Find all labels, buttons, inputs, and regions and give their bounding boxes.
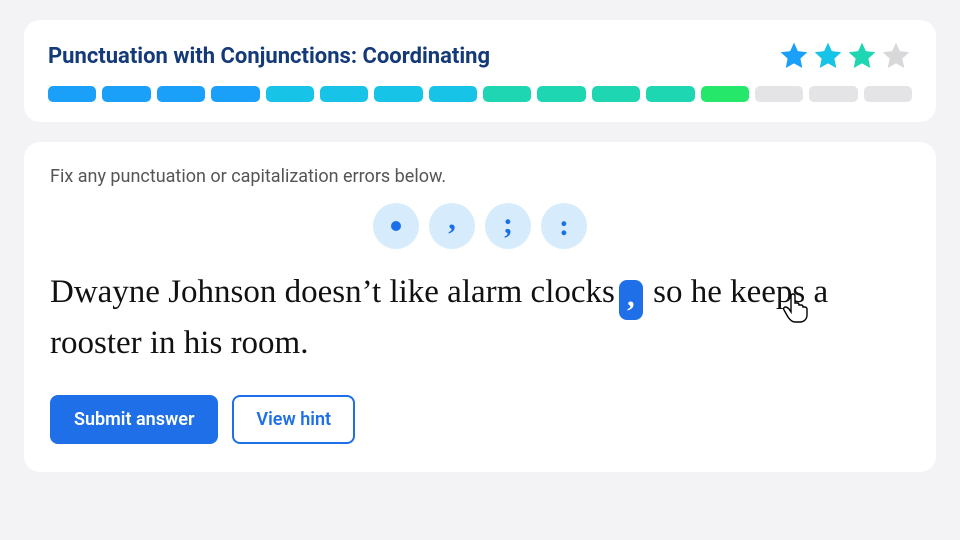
progress-segment: [157, 86, 205, 102]
action-buttons: Submit answer View hint: [50, 395, 910, 444]
question-card: Fix any punctuation or capitalization er…: [24, 142, 936, 472]
star-rating: [778, 40, 912, 72]
progress-segment: [646, 86, 694, 102]
period-icon: [391, 221, 401, 231]
lesson-title: Punctuation with Conjunctions: Coordinat…: [48, 44, 490, 69]
star-icon: [778, 40, 810, 72]
progress-segment: [266, 86, 314, 102]
colon-button[interactable]: :: [541, 203, 587, 249]
progress-segment: [864, 86, 912, 102]
progress-segment: [374, 86, 422, 102]
submit-answer-button[interactable]: Submit answer: [50, 395, 218, 444]
star-icon: [812, 40, 844, 72]
star-icon: [846, 40, 878, 72]
semicolon-button[interactable]: ;: [485, 203, 531, 249]
comma-icon: ,: [448, 205, 456, 235]
colon-icon: :: [559, 211, 569, 241]
progress-segment: [211, 86, 259, 102]
progress-segment: [48, 86, 96, 102]
progress-segment: [809, 86, 857, 102]
period-button[interactable]: [373, 203, 419, 249]
punctuation-toolbar: , ; :: [50, 203, 910, 249]
progress-segment: [320, 86, 368, 102]
progress-segment: [102, 86, 150, 102]
progress-segment: [483, 86, 531, 102]
progress-segment: [592, 86, 640, 102]
semicolon-icon: ;: [503, 209, 513, 239]
lesson-header-card: Punctuation with Conjunctions: Coordinat…: [24, 20, 936, 122]
progress-segment: [537, 86, 585, 102]
progress-segment: [701, 86, 749, 102]
progress-segment: [429, 86, 477, 102]
comma-button[interactable]: ,: [429, 203, 475, 249]
editable-sentence[interactable]: Dwayne Johnson doesn’t like alarm clocks…: [50, 267, 910, 369]
progress-bar: [48, 86, 912, 102]
instruction-text: Fix any punctuation or capitalization er…: [50, 166, 910, 187]
star-icon: [880, 40, 912, 72]
inserted-comma-chip[interactable]: ,: [619, 280, 643, 320]
sentence-pre: Dwayne Johnson doesn’t like alarm clocks: [50, 274, 615, 310]
progress-segment: [755, 86, 803, 102]
view-hint-button[interactable]: View hint: [232, 395, 355, 444]
header-top: Punctuation with Conjunctions: Coordinat…: [48, 40, 912, 72]
